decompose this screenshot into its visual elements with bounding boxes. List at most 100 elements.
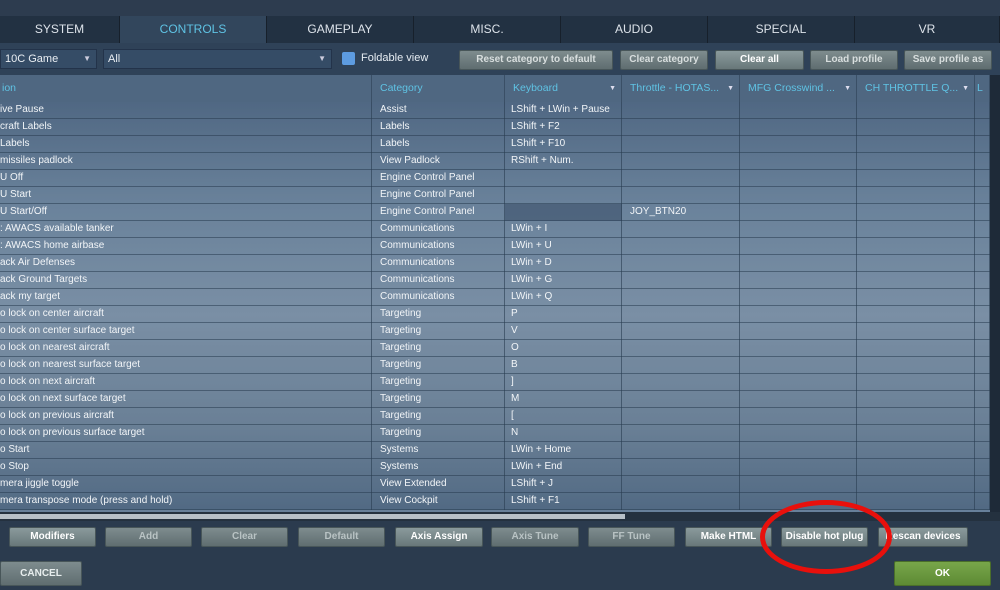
table-cell[interactable] bbox=[857, 425, 975, 442]
table-cell[interactable] bbox=[622, 442, 740, 459]
table-row[interactable]: mera transpose mode (press and hold) View… bbox=[0, 493, 990, 510]
table-cell[interactable] bbox=[740, 119, 857, 136]
column-header[interactable]: ion bbox=[0, 75, 372, 102]
aircraft-select[interactable]: 10C Game ▼ bbox=[0, 49, 97, 69]
table-cell[interactable]: o lock on nearest aircraft bbox=[0, 340, 372, 357]
table-cell[interactable] bbox=[857, 391, 975, 408]
table-cell[interactable]: Communications bbox=[372, 221, 505, 238]
table-cell[interactable] bbox=[857, 408, 975, 425]
table-cell[interactable] bbox=[975, 289, 990, 306]
table-cell[interactable] bbox=[622, 221, 740, 238]
category-select[interactable]: All ▼ bbox=[103, 49, 332, 69]
table-cell[interactable]: Communications bbox=[372, 238, 505, 255]
table-cell[interactable]: N bbox=[505, 425, 622, 442]
table-cell[interactable]: Targeting bbox=[372, 374, 505, 391]
table-row[interactable]: o lock on next surface target Targeting M bbox=[0, 391, 990, 408]
table-cell[interactable] bbox=[857, 119, 975, 136]
table-cell[interactable]: Labels bbox=[372, 119, 505, 136]
table-cell[interactable]: Assist bbox=[372, 102, 505, 119]
table-cell[interactable] bbox=[505, 187, 622, 204]
table-row[interactable]: : AWACS home airbase Communications LWin +… bbox=[0, 238, 990, 255]
table-cell[interactable] bbox=[857, 238, 975, 255]
table-cell[interactable] bbox=[857, 221, 975, 238]
save-profile-button[interactable]: Save profile as bbox=[904, 50, 992, 70]
chevron-down-icon[interactable]: ▼ bbox=[727, 75, 734, 102]
table-cell[interactable] bbox=[857, 374, 975, 391]
table-cell[interactable] bbox=[975, 340, 990, 357]
tab-controls[interactable]: CONTROLS bbox=[120, 16, 267, 43]
tab-system[interactable]: SYSTEM bbox=[0, 16, 120, 43]
table-cell[interactable]: M bbox=[505, 391, 622, 408]
table-cell[interactable]: ] bbox=[505, 374, 622, 391]
tab-vr[interactable]: VR bbox=[855, 16, 1000, 43]
table-row[interactable]: o lock on next aircraft Targeting] bbox=[0, 374, 990, 391]
table-cell[interactable] bbox=[622, 493, 740, 510]
table-row[interactable]: o lock on previous surface target Targeti… bbox=[0, 425, 990, 442]
table-cell[interactable] bbox=[622, 170, 740, 187]
table-cell[interactable] bbox=[740, 187, 857, 204]
table-cell[interactable]: View Cockpit bbox=[372, 493, 505, 510]
table-cell[interactable] bbox=[857, 493, 975, 510]
table-cell[interactable] bbox=[975, 459, 990, 476]
table-cell[interactable]: LShift + F10 bbox=[505, 136, 622, 153]
column-header[interactable]: Keyboard ▼ bbox=[505, 75, 622, 102]
table-cell[interactable] bbox=[975, 119, 990, 136]
table-cell[interactable] bbox=[740, 170, 857, 187]
table-cell[interactable] bbox=[622, 323, 740, 340]
load-profile-button[interactable]: Load profile bbox=[810, 50, 898, 70]
table-cell[interactable]: Targeting bbox=[372, 340, 505, 357]
table-cell[interactable] bbox=[857, 306, 975, 323]
table-cell[interactable] bbox=[622, 102, 740, 119]
table-cell[interactable]: mera transpose mode (press and hold) bbox=[0, 493, 372, 510]
table-cell[interactable] bbox=[622, 357, 740, 374]
table-cell[interactable]: Targeting bbox=[372, 306, 505, 323]
table-cell[interactable] bbox=[505, 170, 622, 187]
table-cell[interactable]: Engine Control Panel bbox=[372, 204, 505, 221]
table-cell[interactable] bbox=[857, 323, 975, 340]
table-row[interactable]: U Off Engine Control Panel bbox=[0, 170, 990, 187]
table-cell[interactable]: LWin + G bbox=[505, 272, 622, 289]
tab-special[interactable]: SPECIAL bbox=[708, 16, 855, 43]
table-cell[interactable] bbox=[975, 204, 990, 221]
table-cell[interactable] bbox=[975, 391, 990, 408]
column-header[interactable]: L bbox=[975, 75, 990, 102]
table-cell[interactable] bbox=[622, 289, 740, 306]
table-cell[interactable] bbox=[622, 408, 740, 425]
table-cell[interactable] bbox=[622, 425, 740, 442]
chevron-down-icon[interactable]: ▼ bbox=[962, 75, 969, 102]
table-row[interactable]: ack my target Communications LWin + Q bbox=[0, 289, 990, 306]
table-cell[interactable]: LWin + Home bbox=[505, 442, 622, 459]
table-cell[interactable] bbox=[975, 476, 990, 493]
ok-button[interactable]: OK bbox=[894, 561, 991, 586]
table-cell[interactable]: U Off bbox=[0, 170, 372, 187]
table-cell[interactable]: LWin + I bbox=[505, 221, 622, 238]
table-cell[interactable] bbox=[622, 136, 740, 153]
table-row[interactable]: o lock on previous aircraft Targeting[ bbox=[0, 408, 990, 425]
table-cell[interactable]: Targeting bbox=[372, 425, 505, 442]
table-row[interactable]: craft Labels Labels LShift + F2 bbox=[0, 119, 990, 136]
table-cell[interactable]: JOY_BTN20 bbox=[622, 204, 740, 221]
table-cell[interactable] bbox=[622, 238, 740, 255]
table-cell[interactable] bbox=[622, 153, 740, 170]
chevron-down-icon[interactable]: ▼ bbox=[844, 75, 851, 102]
table-cell[interactable]: Communications bbox=[372, 289, 505, 306]
table-cell[interactable] bbox=[975, 357, 990, 374]
tab-misc[interactable]: MISC. bbox=[414, 16, 561, 43]
table-cell[interactable] bbox=[740, 476, 857, 493]
table-cell[interactable]: mera jiggle toggle bbox=[0, 476, 372, 493]
table-row[interactable]: : AWACS available tanker Communications LW… bbox=[0, 221, 990, 238]
table-cell[interactable] bbox=[740, 289, 857, 306]
table-cell[interactable]: LWin + End bbox=[505, 459, 622, 476]
table-cell[interactable] bbox=[740, 306, 857, 323]
table-cell[interactable] bbox=[857, 442, 975, 459]
disable-hot-plug-button[interactable]: Disable hot plug bbox=[781, 527, 868, 547]
table-cell[interactable] bbox=[975, 221, 990, 238]
table-cell[interactable]: o Start bbox=[0, 442, 372, 459]
table-cell[interactable]: : AWACS home airbase bbox=[0, 238, 372, 255]
clear-category-button[interactable]: Clear category bbox=[620, 50, 708, 70]
table-cell[interactable] bbox=[740, 153, 857, 170]
table-cell[interactable]: O bbox=[505, 340, 622, 357]
table-cell[interactable]: View Padlock bbox=[372, 153, 505, 170]
table-cell[interactable] bbox=[975, 493, 990, 510]
table-cell[interactable]: ack Ground Targets bbox=[0, 272, 372, 289]
